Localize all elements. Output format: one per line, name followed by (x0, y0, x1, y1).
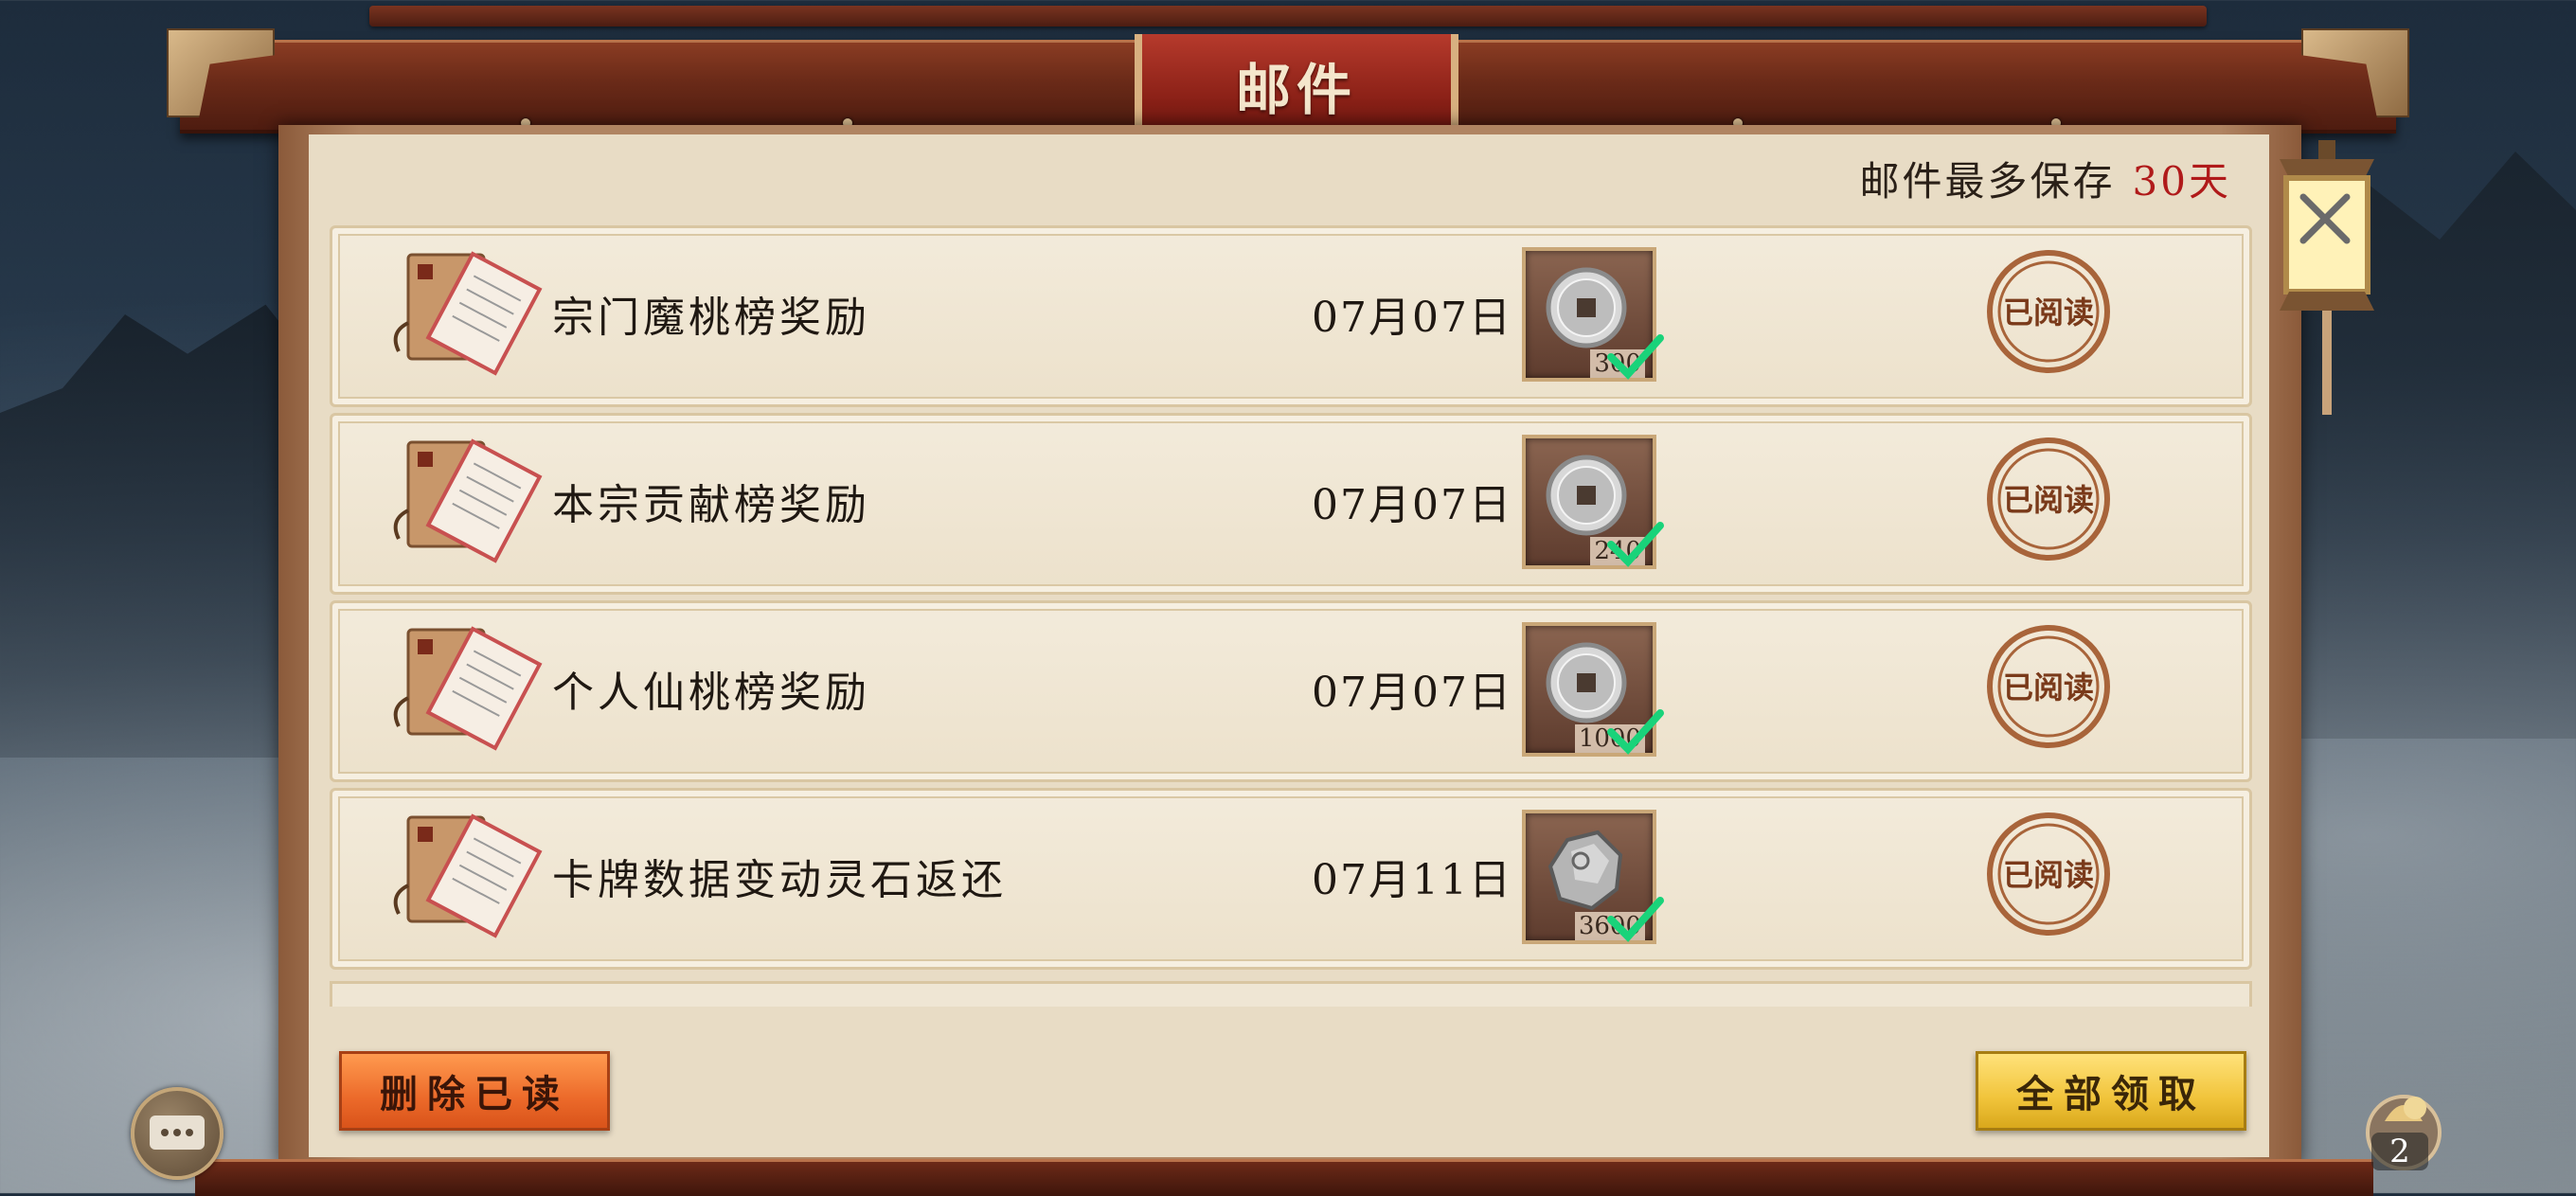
mail-row[interactable]: 本宗贡献榜奖励 07月07日 240 已阅读 (330, 413, 2252, 595)
delete-read-button[interactable]: 删除已读 (339, 1051, 610, 1131)
reward-slot[interactable]: 1000 (1522, 622, 1664, 757)
claimed-check-icon (1607, 522, 1664, 567)
mail-row[interactable]: 个人仙桃榜奖励 07月07日 1000 已阅读 (330, 600, 2252, 782)
claimed-check-icon (1607, 709, 1664, 755)
mail-title: 宗门魔桃榜奖励 (552, 294, 870, 342)
mail-title: 卡牌数据变动灵石返还 (552, 856, 1007, 904)
read-status: 已阅读 (2003, 857, 2094, 893)
retention-days: 30天 (2132, 158, 2231, 205)
title-plate: 邮件 (1135, 34, 1458, 136)
mail-envelope-icon (393, 813, 543, 938)
mail-date: 07月07日 (1312, 669, 1512, 717)
read-status: 已阅读 (2003, 482, 2094, 518)
window-title: 邮件 (1235, 58, 1357, 122)
mail-row-partial (330, 981, 2252, 1007)
chat-button[interactable] (131, 1087, 224, 1180)
read-status: 已阅读 (2003, 295, 2094, 330)
read-status: 已阅读 (2003, 669, 2094, 705)
claimed-check-icon (1607, 334, 1664, 380)
mail-envelope-icon (393, 626, 543, 751)
mail-row[interactable]: 宗门魔桃榜奖励 07月07日 300 已阅读 (330, 225, 2252, 407)
lantern-icon (2280, 140, 2374, 415)
background-mountains-left (0, 304, 313, 758)
claim-all-button[interactable]: 全部领取 (1976, 1051, 2246, 1131)
reward-slot[interactable]: 3600 (1522, 810, 1664, 944)
bag-count-badge: 2 (2371, 1133, 2428, 1170)
close-icon[interactable] (2292, 186, 2358, 252)
read-stamp-icon: 已阅读 (1987, 812, 2110, 936)
mail-title: 个人仙桃榜奖励 (552, 669, 870, 717)
mail-date: 07月07日 (1312, 481, 1512, 529)
mail-row[interactable]: 卡牌数据变动灵石返还 07月11日 3600 已阅读 (330, 788, 2252, 970)
mail-envelope-icon (393, 251, 543, 376)
claimed-check-icon (1607, 897, 1664, 942)
read-stamp-icon: 已阅读 (1987, 437, 2110, 561)
top-beam (369, 6, 2207, 27)
read-stamp-icon: 已阅读 (1987, 625, 2110, 748)
mail-title: 本宗贡献榜奖励 (552, 481, 870, 529)
reward-slot[interactable]: 300 (1522, 247, 1664, 382)
mail-date: 07月11日 (1312, 856, 1512, 904)
retention-label: 邮件最多保存 (1859, 158, 2116, 205)
retention-notice: 邮件最多保存 30天 (1860, 150, 2231, 207)
bottom-beam (195, 1159, 2373, 1196)
mail-list[interactable]: 宗门魔桃榜奖励 07月07日 300 已阅读 本宗贡献榜奖励 07月07日 24… (330, 225, 2252, 1002)
mail-date: 07月07日 (1312, 294, 1512, 342)
mail-envelope-icon (393, 438, 543, 563)
reward-slot[interactable]: 240 (1522, 435, 1664, 569)
chat-bubble-icon (150, 1116, 205, 1150)
read-stamp-icon: 已阅读 (1987, 250, 2110, 373)
